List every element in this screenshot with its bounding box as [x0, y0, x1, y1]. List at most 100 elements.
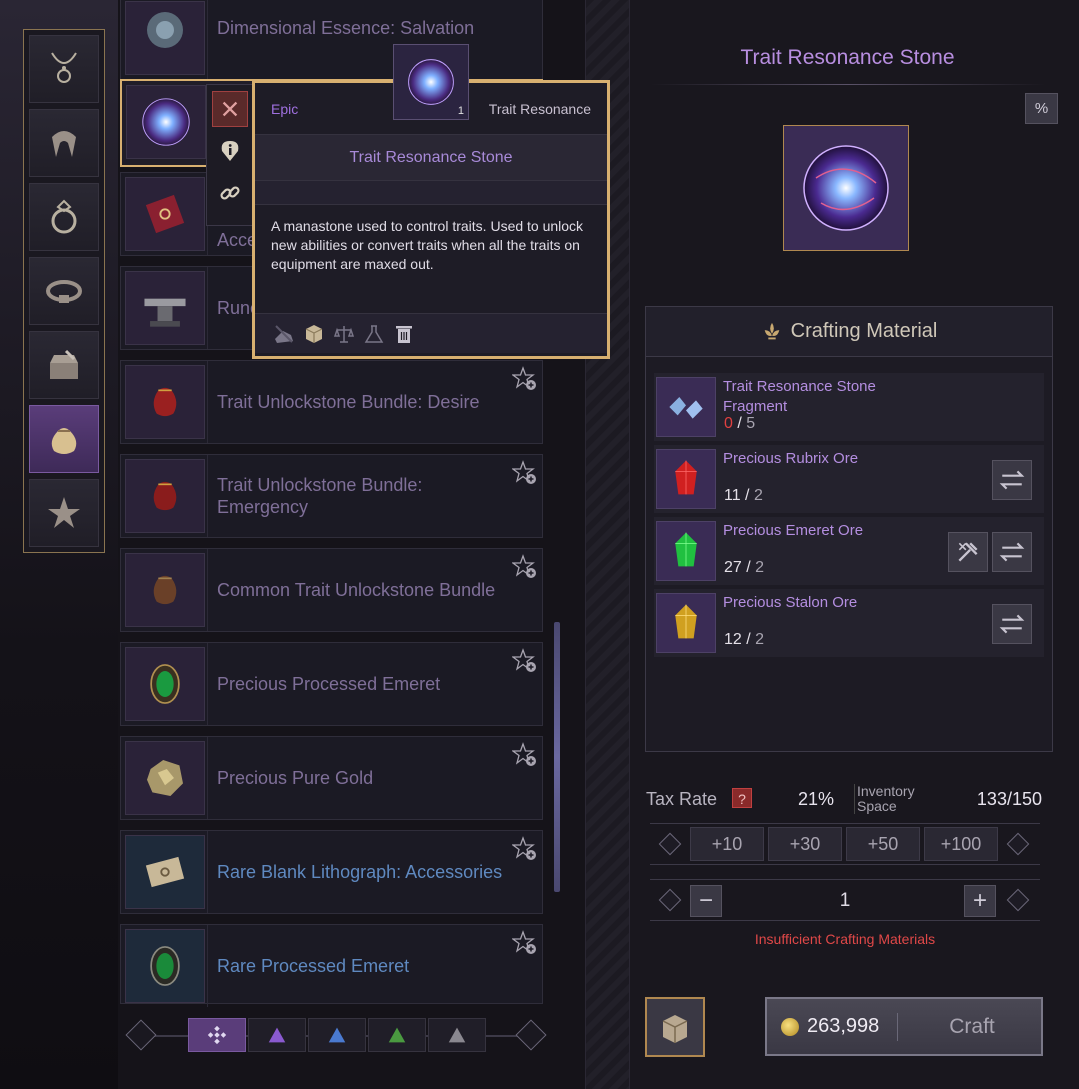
stone-fragment-icon	[656, 377, 716, 437]
tooltip-item-icon: 1	[393, 44, 469, 120]
tooltip-title: Trait Resonance Stone	[255, 135, 607, 181]
scale-icon	[333, 323, 355, 345]
percent-button[interactable]: %	[1025, 93, 1058, 124]
category-pouch[interactable]	[29, 405, 99, 473]
craft-button[interactable]: 263,998 Craft	[765, 997, 1043, 1056]
favorite-add-icon[interactable]	[512, 930, 538, 956]
material-name: Precious Emeret Ore	[723, 522, 864, 539]
add-50-button[interactable]: +50	[846, 827, 920, 861]
craft-cost: 263,998	[807, 1015, 880, 1037]
divider	[207, 925, 208, 1007]
bag-icon	[662, 1015, 688, 1043]
list-item[interactable]: Precious Processed Emeret	[120, 642, 543, 726]
category-belt[interactable]	[29, 257, 99, 325]
material-count: 0 / 5	[724, 415, 756, 432]
emerald-icon	[125, 929, 205, 1003]
category-favorites[interactable]	[29, 479, 99, 547]
emerald-icon	[125, 647, 205, 721]
exchange-button[interactable]	[992, 460, 1032, 500]
filter-epic[interactable]	[248, 1018, 306, 1052]
quantity-increment-row: +10 +30 +50 +100	[650, 823, 1040, 865]
favorite-add-icon[interactable]	[512, 742, 538, 768]
increase-button[interactable]: +	[964, 885, 996, 917]
swap-icon	[999, 470, 1025, 490]
material-need: 2	[755, 631, 765, 648]
filter-rare[interactable]	[308, 1018, 366, 1052]
item-name: Precious Pure Gold	[217, 768, 374, 788]
scrollbar-thumb[interactable]	[554, 622, 560, 892]
gold-coin-icon	[781, 1018, 799, 1036]
list-item[interactable]: Rare Processed Emeret	[120, 924, 543, 1007]
material-bag-button[interactable]	[645, 997, 705, 1057]
tooltip-type: Trait Resonance	[488, 100, 591, 117]
list-item[interactable]: Rare Blank Lithograph: Accessories	[120, 830, 543, 914]
info-button[interactable]	[212, 133, 248, 169]
trait-stone-icon	[803, 145, 889, 231]
material-need: 2	[753, 487, 763, 504]
material-count: 12 / 2	[724, 631, 765, 648]
add-30-button[interactable]: +30	[768, 827, 842, 861]
category-necklace[interactable]	[29, 35, 99, 103]
item-action-column	[206, 84, 254, 226]
tooltip-quantity: 1	[457, 105, 464, 117]
list-item[interactable]: Dimensional Essence: Salvation	[120, 0, 543, 80]
exchange-button[interactable]	[992, 532, 1032, 572]
favorite-add-icon[interactable]	[512, 460, 538, 486]
category-chest[interactable]	[29, 331, 99, 399]
favorite-add-icon[interactable]	[512, 648, 538, 674]
category-cloak[interactable]	[29, 109, 99, 177]
favorite-add-icon[interactable]	[512, 366, 538, 392]
add-10-button[interactable]: +10	[690, 827, 764, 861]
crafting-material-title: Crafting Material	[790, 320, 938, 342]
decrease-button[interactable]: −	[690, 885, 722, 917]
favorite-add-icon[interactable]	[512, 836, 538, 862]
bundle-icon	[125, 365, 205, 439]
uncommon-grade-icon	[388, 1027, 406, 1043]
filter-common[interactable]	[428, 1018, 486, 1052]
material-count: 27 / 2	[724, 559, 765, 576]
tooltip-description: A manastone used to control traits. Used…	[271, 218, 584, 272]
list-item[interactable]: Trait Unlockstone Bundle: Emergency	[120, 454, 543, 538]
fleur-de-lis-icon	[764, 322, 779, 339]
material-row[interactable]: Precious Rubrix Ore 11 / 2	[654, 445, 1044, 513]
material-have: 27	[724, 559, 742, 576]
scroll-icon	[125, 835, 205, 909]
tradeable-icon	[273, 323, 295, 345]
filter-all[interactable]	[188, 1018, 246, 1052]
item-name: Trait Unlockstone Bundle: Emergency	[217, 475, 423, 517]
filter-uncommon[interactable]	[368, 1018, 426, 1052]
close-button[interactable]	[212, 91, 248, 127]
item-name: Common Trait Unlockstone Bundle	[217, 580, 496, 600]
material-need: 5	[746, 415, 756, 432]
material-row[interactable]: Trait Resonance Stone Fragment 0 / 5	[654, 373, 1044, 441]
list-item[interactable]: Trait Unlockstone Bundle: Desire	[120, 360, 543, 444]
link-icon	[220, 186, 240, 200]
material-row[interactable]: Precious Stalon Ore 12 / 2	[654, 589, 1044, 657]
item-name: Trait Unlockstone Bundle: Desire	[217, 392, 480, 412]
list-item[interactable]: Precious Pure Gold	[120, 736, 543, 820]
exchange-button[interactable]	[992, 604, 1032, 644]
tax-help-button[interactable]: ?	[732, 788, 752, 808]
trait-stone-icon	[126, 85, 206, 159]
star-icon	[48, 497, 80, 528]
material-have: 11	[724, 487, 741, 504]
detail-title: Trait Resonance Stone	[740, 46, 955, 69]
material-have: 12	[724, 631, 742, 648]
craft-material-button[interactable]	[948, 532, 988, 572]
category-ring[interactable]	[29, 183, 99, 251]
ornament	[1006, 832, 1030, 856]
add-100-button[interactable]: +100	[924, 827, 998, 861]
flask-icon	[363, 323, 385, 345]
ruby-ore-icon	[656, 449, 716, 509]
material-have: 0	[724, 415, 733, 432]
quantity-value[interactable]: 1	[800, 890, 890, 912]
list-item[interactable]: Common Trait Unlockstone Bundle	[120, 548, 543, 632]
list-scrollbar[interactable]	[553, 612, 561, 902]
tax-rate-label: Tax Rate	[646, 789, 718, 809]
inventory-space-label: Inventory Space	[854, 784, 934, 814]
favorite-add-icon[interactable]	[512, 554, 538, 580]
essence-icon	[125, 1, 205, 75]
material-row[interactable]: Precious Emeret Ore 27 / 2	[654, 517, 1044, 585]
trait-stone-icon	[408, 59, 454, 105]
link-button[interactable]	[212, 175, 248, 211]
